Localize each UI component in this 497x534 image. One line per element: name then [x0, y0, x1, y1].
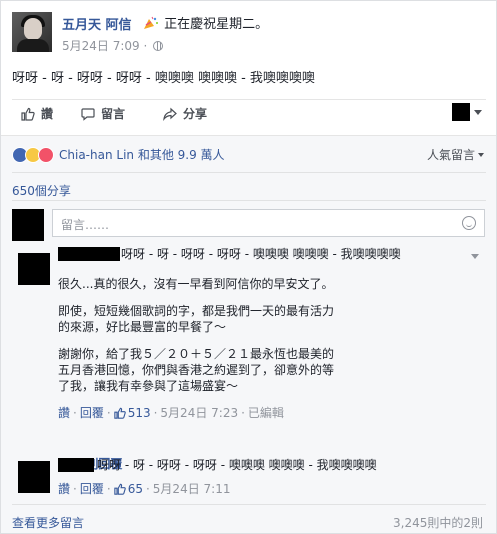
comment-paragraph: 的來源，好比最豐富的早餐了～ — [58, 320, 227, 334]
divider — [12, 200, 486, 201]
comment-paragraph: 五月香港回憶，你們與香港之約遲到了，卻意外的等 — [58, 363, 335, 377]
comment-paragraph: 謝謝你，給了我５／２０＋５／２１最永恆也最美的 — [58, 347, 335, 361]
comment-paragraph: 很久...真的很久，沒有一早看到阿信你的早安文了。 — [58, 277, 334, 291]
sort-label: 人氣留言 — [426, 148, 475, 162]
comment-author[interactable] — [58, 458, 94, 472]
party-popper-icon — [144, 16, 158, 29]
commenter-avatar — [12, 209, 44, 241]
divider — [12, 504, 486, 505]
edited-label[interactable]: 已編輯 — [248, 404, 284, 421]
comment-avatar[interactable] — [18, 461, 50, 493]
like-button[interactable]: 讚 — [21, 105, 53, 122]
post-meta: 5月24日 7:09 · — [62, 37, 164, 54]
comment-icon — [81, 107, 95, 121]
chevron-down-icon — [478, 153, 484, 157]
comment-like-count[interactable]: 65 — [128, 482, 143, 496]
comment-label: 留言 — [101, 107, 126, 121]
comment-reply-link[interactable]: 回覆 — [80, 480, 104, 497]
action-bar: 讚 留言 分享 — [12, 99, 486, 125]
feeling-text: 正在慶祝星期二。 — [164, 17, 269, 32]
comment-paragraph: 了我，讓我有幸參與了這場盛宴～ — [58, 379, 239, 393]
globe-icon[interactable] — [153, 41, 164, 51]
comment-paragraph: 即使，短短幾個歌詞的字，都是我們一天的最有活力 — [58, 304, 335, 318]
comment-placeholder: 留言…… — [61, 218, 110, 232]
comment-button[interactable]: 留言 — [81, 105, 125, 122]
post-card: 五月天 阿信 正在慶祝星期二。 5月24日 7:09 · 呀呀 - 呀 - 呀呀… — [0, 0, 497, 534]
shares-count[interactable]: 650個分享 — [12, 182, 71, 199]
reactions-text: Chia-han Lin 和其他 9.9 萬人 — [59, 148, 225, 162]
chevron-down-icon[interactable] — [471, 254, 479, 259]
comment-avatar[interactable] — [18, 253, 50, 285]
share-label: 分享 — [183, 107, 208, 121]
author-name[interactable]: 五月天 阿信 — [62, 14, 132, 33]
page-selector-avatar[interactable] — [452, 103, 470, 121]
thumbs-up-icon — [113, 407, 126, 419]
comment-time[interactable]: 5月24日 7:11 — [153, 480, 231, 497]
share-arrow-icon — [163, 107, 177, 121]
view-more-comments-link[interactable]: 查看更多留言 — [12, 514, 84, 531]
love-reaction-icon — [38, 146, 54, 163]
reactions-summary[interactable]: Chia-han Lin 和其他 9.9 萬人 — [12, 146, 225, 163]
comments-section: Chia-han Lin 和其他 9.9 萬人 人氣留言 650個分享 留言……… — [1, 135, 496, 533]
post-header: 五月天 阿信 正在慶祝星期二。 5月24日 7:09 · — [12, 12, 482, 56]
comment-sort-dropdown[interactable]: 人氣留言 — [427, 146, 484, 163]
comment-input[interactable]: 留言…… — [52, 209, 485, 237]
meta-separator: · — [143, 39, 148, 53]
comment-like-link[interactable]: 讚 — [58, 404, 70, 421]
post-timestamp[interactable]: 5月24日 7:09 — [62, 39, 140, 53]
comment-count: 3,245則中的2則 — [393, 516, 483, 530]
comment-quote: 呀呀 - 呀 - 呀呀 - 呀呀 - 噢噢噢 噢噢噢 - 我噢噢噢噢 — [97, 458, 377, 472]
share-button[interactable]: 分享 — [163, 105, 207, 122]
author-avatar[interactable] — [12, 12, 52, 52]
comment-time[interactable]: 5月24日 7:23 — [160, 404, 238, 421]
comment-like-count[interactable]: 513 — [128, 406, 151, 420]
comment-like-link[interactable]: 讚 — [58, 480, 70, 497]
comment-reply-link[interactable]: 回覆 — [80, 404, 104, 421]
thumbs-up-icon — [21, 107, 35, 121]
emoji-icon[interactable] — [462, 216, 476, 230]
chevron-down-icon[interactable] — [474, 110, 482, 115]
post-text: 呀呀 - 呀 - 呀呀 - 呀呀 - 噢噢噢 噢噢噢 - 我噢噢噢噢 — [12, 71, 315, 86]
thumbs-up-icon — [113, 483, 126, 495]
feeling-status: 正在慶祝星期二。 — [142, 13, 272, 32]
like-label: 讚 — [41, 107, 54, 121]
divider — [12, 172, 486, 173]
comment-author[interactable] — [58, 247, 120, 261]
comment-actions: 讚 · 回覆 · 513 · 5月24日 7:23 · 已編輯 — [58, 404, 284, 421]
comment-quote: 呀呀 - 呀 - 呀呀 - 呀呀 - 噢噢噢 噢噢噢 - 我噢噢噢噢 — [121, 247, 401, 261]
comment-actions: 讚 · 回覆 · 65 · 5月24日 7:11 — [58, 480, 231, 497]
